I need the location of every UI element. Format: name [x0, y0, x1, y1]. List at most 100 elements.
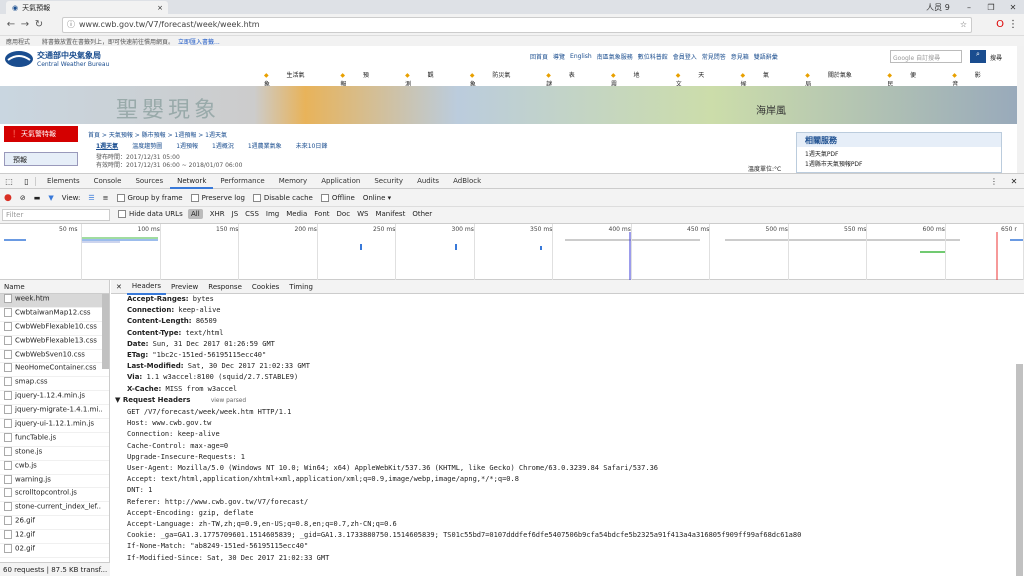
top-link[interactable]: 雙語辭彙: [754, 52, 778, 61]
side-menu-forecast[interactable]: 預報: [4, 152, 78, 166]
import-bookmarks-link[interactable]: 立即匯入書籤...: [178, 37, 220, 46]
forecast-subtab[interactable]: 1週預報: [176, 141, 198, 150]
minimize-icon[interactable]: –: [958, 3, 980, 12]
filter-type[interactable]: All: [188, 209, 203, 219]
filter-icon[interactable]: ▼: [48, 194, 53, 202]
hide-data-urls-checkbox[interactable]: Hide data URLs: [118, 210, 183, 218]
browser-tab[interactable]: ◉ 天氣預報 ×: [6, 1, 168, 14]
request-row[interactable]: NeoHomeContainer.css: [0, 363, 109, 378]
request-row[interactable]: 12.gif: [0, 530, 109, 545]
request-row[interactable]: cwb.js: [0, 460, 109, 475]
page-scrollbar[interactable]: [1017, 46, 1024, 173]
request-row[interactable]: funcTable.js: [0, 432, 109, 447]
request-row[interactable]: week.htm: [0, 294, 109, 308]
top-link[interactable]: 回首頁: [530, 52, 548, 61]
waterfall-view-icon[interactable]: ≡: [103, 194, 109, 202]
request-row[interactable]: jquery-1.12.4.min.js: [0, 391, 109, 406]
top-link[interactable]: 意見箱: [731, 52, 749, 61]
detail-tab[interactable]: Timing: [284, 280, 318, 294]
forecast-subtab[interactable]: 1週農業氣象: [248, 141, 282, 150]
tab-close-icon[interactable]: ×: [157, 4, 163, 12]
request-row[interactable]: jquery-migrate-1.4.1.mi..: [0, 405, 109, 420]
request-row[interactable]: smap.css: [0, 377, 109, 392]
network-overview-timeline[interactable]: 50 ms 100 ms 150 ms 200 ms 250 ms 300 ms 350 m…: [0, 224, 1024, 280]
request-row[interactable]: jquery-ui-1.12.1.min.js: [0, 419, 109, 433]
request-headers-section[interactable]: ▼ Request Headers view parsed: [115, 395, 1024, 407]
request-row[interactable]: stone.js: [0, 446, 109, 461]
request-row[interactable]: warning.js: [0, 474, 109, 489]
request-row[interactable]: 02.gif: [0, 544, 109, 558]
devtools-menu-icon[interactable]: ⋮: [984, 177, 1004, 186]
group-by-frame-checkbox[interactable]: Group by frame: [116, 193, 183, 202]
devtools-tab[interactable]: AdBlock: [446, 174, 488, 189]
related-item[interactable]: 1週天氣PDF: [805, 150, 993, 160]
breadcrumb[interactable]: 首頁 > 天氣預報 > 縣市預報 > 1週預報 > 1週天氣: [88, 130, 227, 139]
close-detail-icon[interactable]: ✕: [111, 280, 127, 294]
request-row[interactable]: CwbWebSven10.css: [0, 349, 109, 364]
devtools-tab[interactable]: Network: [170, 174, 214, 189]
related-item[interactable]: 1週縣市天氣預報PDF: [805, 160, 993, 170]
profile-label[interactable]: 人员 9: [918, 2, 958, 13]
site-search-button[interactable]: ⌕: [970, 50, 986, 63]
bookmark-star-icon[interactable]: ☆: [960, 18, 967, 32]
info-icon[interactable]: ⓘ: [67, 18, 75, 32]
request-row[interactable]: stone-current_index_lef..: [0, 502, 109, 517]
filter-type[interactable]: JS: [232, 210, 239, 218]
detail-tab[interactable]: Cookies: [247, 280, 284, 294]
throttle-select[interactable]: Online ▾: [363, 194, 391, 202]
filter-type[interactable]: Media: [286, 210, 307, 218]
requests-scrollbar[interactable]: [102, 294, 109, 369]
maximize-icon[interactable]: ❐: [980, 3, 1002, 12]
close-window-icon[interactable]: ✕: [1002, 3, 1024, 12]
opera-extension-icon[interactable]: O: [996, 19, 1004, 30]
request-row[interactable]: CwbWebFlexable13.css: [0, 335, 109, 350]
devtools-tab[interactable]: Audits: [410, 174, 446, 189]
detail-tab[interactable]: Response: [203, 280, 247, 294]
top-link[interactable]: 南區氣象服務: [597, 52, 633, 61]
detail-scrollbar[interactable]: [1016, 364, 1023, 576]
preserve-log-checkbox[interactable]: Preserve log: [190, 193, 245, 202]
list-view-icon[interactable]: ☰: [88, 194, 94, 202]
apps-label[interactable]: 應用程式: [6, 37, 30, 46]
filter-type[interactable]: Img: [266, 210, 279, 218]
top-link[interactable]: English: [570, 53, 592, 60]
devtools-close-icon[interactable]: ✕: [1004, 177, 1024, 186]
top-link[interactable]: 數位科普館: [638, 52, 668, 61]
filter-type[interactable]: Font: [314, 210, 329, 218]
devtools-tab[interactable]: Sources: [128, 174, 170, 189]
detail-tab[interactable]: Preview: [166, 280, 203, 294]
name-column-header[interactable]: Name: [0, 280, 109, 294]
cwb-logo[interactable]: 交通部中央氣象局 Central Weather Bureau: [4, 50, 109, 68]
devtools-tab[interactable]: Application: [314, 174, 367, 189]
devtools-tab[interactable]: Elements: [40, 174, 87, 189]
inspect-icon[interactable]: ⬚: [0, 177, 18, 186]
offline-checkbox[interactable]: Offline: [320, 193, 355, 202]
top-link[interactable]: 導覽: [553, 52, 565, 61]
record-icon[interactable]: ●: [4, 193, 12, 203]
filter-input[interactable]: Filter: [2, 209, 110, 221]
devtools-tab[interactable]: Console: [87, 174, 129, 189]
disable-cache-checkbox[interactable]: Disable cache: [252, 193, 313, 202]
detail-tab[interactable]: Headers: [126, 279, 167, 295]
devtools-tab[interactable]: Security: [367, 174, 410, 189]
weather-alert-button[interactable]: ❗ 天氣警特報: [4, 126, 78, 142]
devtools-tab[interactable]: Memory: [272, 174, 314, 189]
filter-type[interactable]: Other: [412, 210, 432, 218]
devtools-tab[interactable]: Performance: [213, 174, 271, 189]
menu-icon[interactable]: ⋮: [1008, 19, 1018, 30]
search-label[interactable]: 搜尋: [990, 53, 1002, 62]
forecast-subtab[interactable]: 未來10日鋒: [296, 141, 328, 150]
request-row[interactable]: CwbtaiwanMap12.css: [0, 307, 109, 322]
clear-icon[interactable]: ⊘: [20, 194, 26, 202]
view-parsed-link[interactable]: view parsed: [211, 398, 246, 404]
request-row[interactable]: 26.gif: [0, 516, 109, 531]
address-bar[interactable]: ⓘ www.cwb.gov.tw/V7/forecast/week/week.h…: [62, 17, 972, 33]
request-row[interactable]: scrolltopcontrol.js: [0, 488, 109, 503]
forward-icon[interactable]: →: [18, 19, 32, 30]
reload-icon[interactable]: ↻: [32, 19, 46, 30]
forecast-subtab[interactable]: 溫度趨勢圖: [132, 141, 162, 150]
filter-type[interactable]: CSS: [245, 210, 259, 218]
filter-type[interactable]: XHR: [210, 210, 225, 218]
screenshot-icon[interactable]: ▬: [34, 194, 41, 202]
back-icon[interactable]: ←: [4, 19, 18, 30]
